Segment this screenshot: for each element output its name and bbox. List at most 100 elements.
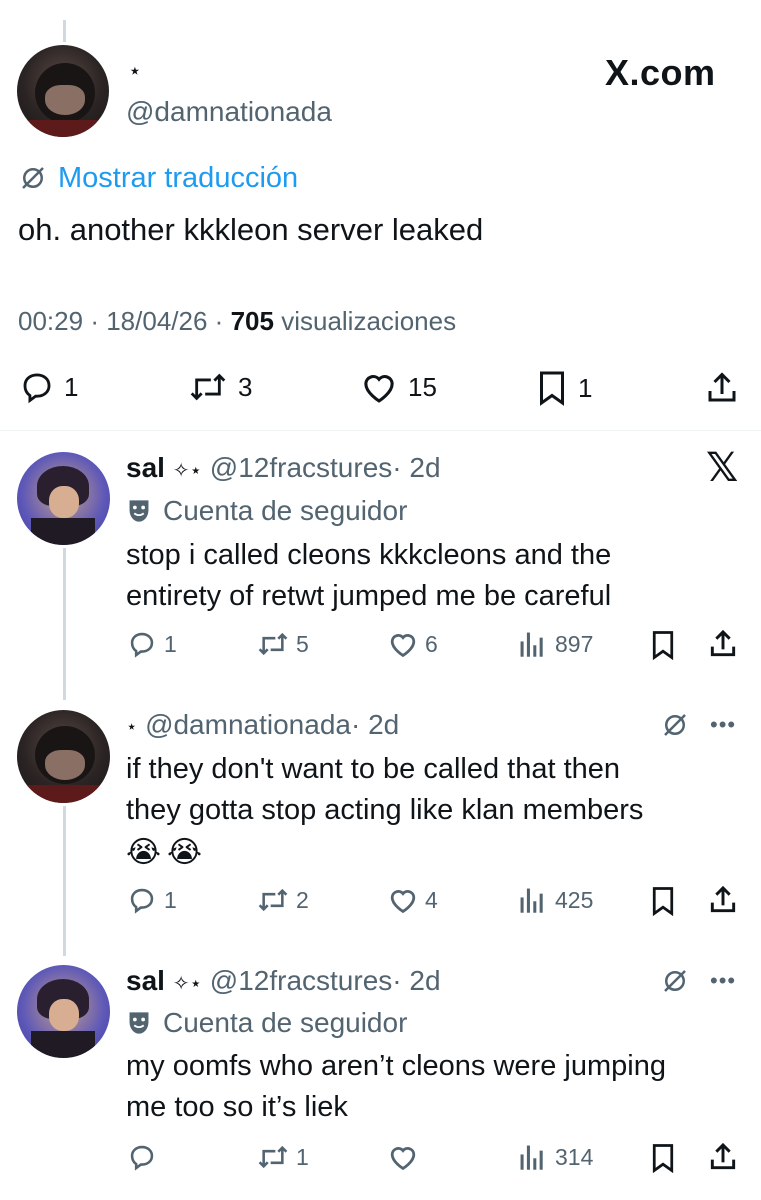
meta-separator: · <box>90 306 99 336</box>
share-icon <box>707 628 739 660</box>
heart-icon <box>387 630 419 658</box>
reply-text-line: entirety of retwt jumped me be careful <box>126 580 612 612</box>
heart-icon <box>387 886 419 914</box>
post-text: oh. another kkkleon server leaked <box>18 212 484 247</box>
avatar[interactable] <box>17 710 110 803</box>
like-button[interactable]: 4 <box>387 886 438 914</box>
post-time[interactable]: 00:29 <box>18 306 83 336</box>
badge-label: Cuenta de seguidor <box>163 495 408 526</box>
reply-header: sal ✧⋆ @12fracstures· 2d <box>126 451 441 488</box>
translate-label[interactable]: Mostrar traducción <box>58 160 298 196</box>
views-button[interactable]: 314 <box>519 1143 593 1171</box>
repost-icon <box>256 1143 290 1171</box>
repost-count: 5 <box>296 630 309 657</box>
post-time[interactable]: · 2d <box>392 452 440 483</box>
avatar[interactable] <box>17 45 109 137</box>
reply-icon <box>128 630 156 658</box>
post-date[interactable]: 18/04/26 <box>106 306 207 336</box>
bookmark-button[interactable] <box>650 1143 676 1173</box>
bookmark-icon <box>650 630 676 660</box>
account-badge: Cuenta de seguidor <box>127 1006 407 1040</box>
reply-header: sal ✧⋆ @12fracstures· 2d <box>126 964 441 1001</box>
share-icon <box>707 884 739 916</box>
share-button[interactable] <box>707 1141 739 1173</box>
bookmark-icon <box>650 886 676 916</box>
translate-link[interactable]: Mostrar traducción <box>18 160 298 196</box>
avatar[interactable] <box>17 452 110 545</box>
reply-button[interactable]: 1 <box>128 630 177 658</box>
account-badge: Cuenta de seguidor <box>127 494 407 528</box>
reply-button[interactable]: 1 <box>20 370 78 404</box>
reply-text-line: they gotta stop acting like klan members <box>126 794 644 826</box>
thread-line <box>63 548 66 700</box>
thread-line <box>63 806 66 956</box>
heart-icon <box>387 1143 419 1171</box>
repost-icon <box>256 630 290 658</box>
reply-text-line: my oomfs who aren’t cleons were jumping <box>126 1050 666 1082</box>
like-button[interactable] <box>387 1143 425 1171</box>
mask-icon <box>127 498 151 524</box>
views-count: 705 <box>230 306 274 336</box>
repost-count: 1 <box>296 1143 309 1170</box>
more-icon[interactable]: ••• <box>710 712 736 738</box>
repost-button[interactable]: 3 <box>188 370 252 404</box>
share-button[interactable] <box>707 884 739 916</box>
handle[interactable]: @12fracstures <box>210 452 393 483</box>
share-icon <box>707 1141 739 1173</box>
reply-button[interactable] <box>128 1143 164 1171</box>
repost-count: 3 <box>238 371 253 402</box>
display-name[interactable]: sal <box>126 965 165 996</box>
like-count: 15 <box>408 371 437 402</box>
more-icon[interactable]: ••• <box>710 968 736 994</box>
views-button[interactable]: 897 <box>519 630 593 658</box>
display-name[interactable]: sal <box>126 452 165 483</box>
reply-text-line: stop i called cleons kkkcleons and the <box>126 539 612 571</box>
divider <box>0 430 761 431</box>
views-icon <box>519 1143 545 1171</box>
post-time[interactable]: · 2d <box>392 965 440 996</box>
like-button[interactable]: 15 <box>360 370 437 404</box>
views-button[interactable]: 425 <box>519 886 593 914</box>
repost-button[interactable]: 1 <box>256 1143 309 1171</box>
brand-text: X.com <box>605 52 716 93</box>
handle[interactable]: @12fracstures <box>210 965 393 996</box>
share-button[interactable] <box>707 628 739 660</box>
repost-button[interactable]: 5 <box>256 630 309 658</box>
reply-count: 1 <box>164 630 177 657</box>
repost-button[interactable]: 2 <box>256 886 309 914</box>
x-logo-icon: 𝕏 <box>706 446 739 490</box>
avatar[interactable] <box>17 965 110 1058</box>
handle[interactable]: @damnationada <box>145 709 351 740</box>
bookmark-button[interactable] <box>650 630 676 660</box>
display-name[interactable]: ⋆ <box>126 717 137 737</box>
reply-icon <box>20 370 54 404</box>
views-icon <box>519 630 545 658</box>
bookmark-count: 1 <box>578 372 593 403</box>
views-count: 897 <box>555 630 594 657</box>
bookmark-button[interactable] <box>650 886 676 916</box>
reply-button[interactable]: 1 <box>128 886 177 914</box>
display-name: ⋆ <box>128 58 142 83</box>
name-suffix: ✧⋆ <box>172 460 202 482</box>
mask-icon <box>127 1010 151 1036</box>
reply-count: 1 <box>164 886 177 913</box>
name-suffix: ✧⋆ <box>172 973 202 995</box>
emoji: 😭😭 <box>126 836 209 869</box>
reply-count: 1 <box>64 371 79 402</box>
share-button[interactable] <box>704 370 740 406</box>
translate-icon <box>18 163 48 193</box>
bookmark-button[interactable]: 1 <box>536 370 592 406</box>
views-icon <box>519 886 545 914</box>
heart-icon <box>360 370 398 404</box>
reply-text: my oomfs who aren’t cleons were jumping … <box>126 1046 666 1128</box>
reply-text-line: me too so it’s liek <box>126 1091 348 1123</box>
badge-label: Cuenta de seguidor <box>163 1007 408 1038</box>
views-count: 314 <box>555 1143 594 1170</box>
reply-text: stop i called cleons kkkcleons and the e… <box>126 535 611 617</box>
reply-icon <box>128 1143 156 1171</box>
like-button[interactable]: 6 <box>387 630 438 658</box>
handle[interactable]: @damnationada <box>126 96 332 128</box>
thread-line-top <box>63 20 66 42</box>
reply-header: ⋆ @damnationada· 2d <box>126 708 399 744</box>
post-time[interactable]: · 2d <box>351 709 399 740</box>
